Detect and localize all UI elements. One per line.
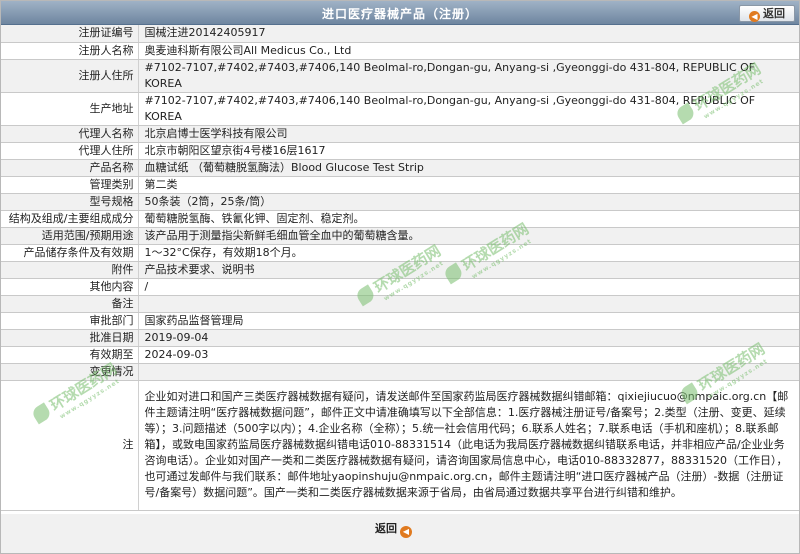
row-label: 其他内容 [1, 278, 139, 296]
page-title: 进口医疗器械产品（注册） [321, 7, 478, 21]
row-valid-until: 有效期至 2024-09-03 [1, 346, 799, 364]
row-registrant-address: 注册人住所 #7102-7107,#7402,#7403,#7406,140 B… [1, 59, 799, 93]
row-label: 生产地址 [1, 92, 139, 126]
row-approval-date: 批准日期 2019-09-04 [1, 329, 799, 347]
row-value: / [138, 278, 799, 296]
row-storage-validity: 产品储存条件及有效期 1～32°C保存，有效期18个月。 [1, 244, 799, 262]
detail-table: 注册证编号 国械注进20142405917 注册人名称 奥麦迪科斯有限公司All… [1, 25, 799, 511]
row-change-history: 变更情况 [1, 363, 799, 381]
row-label: 代理人住所 [1, 142, 139, 160]
row-registrant-name: 注册人名称 奥麦迪科斯有限公司All Medicus Co., Ltd [1, 42, 799, 60]
row-label: 审批部门 [1, 312, 139, 330]
note-text: 企业如对进口和国产三类医疗器械数据有疑问，请发送邮件至国家药监局医疗器械数据纠错… [138, 380, 799, 511]
row-value [138, 363, 799, 381]
row-other-content: 其他内容 / [1, 278, 799, 296]
row-label: 附件 [1, 261, 139, 279]
row-value: 该产品用于测量指尖新鲜毛细血管全血中的葡萄糖含量。 [138, 227, 799, 245]
row-composition: 结构及组成/主要组成成分 葡萄糖脱氢酶、铁氰化钾、固定剂、稳定剂。 [1, 210, 799, 228]
row-product-name: 产品名称 血糖试纸 （葡萄糖脱氢酶法）Blood Glucose Test St… [1, 159, 799, 177]
row-label: 型号规格 [1, 193, 139, 211]
row-label: 有效期至 [1, 346, 139, 364]
row-label: 注 [1, 380, 139, 511]
row-value: 血糖试纸 （葡萄糖脱氢酶法）Blood Glucose Test Strip [138, 159, 799, 177]
row-label: 注册人名称 [1, 42, 139, 60]
row-value: 2019-09-04 [138, 329, 799, 347]
row-value: #7102-7107,#7402,#7403,#7406,140 Beolmal… [138, 59, 799, 93]
row-label: 变更情况 [1, 363, 139, 381]
row-value: 1～32°C保存，有效期18个月。 [138, 244, 799, 262]
row-label: 注册证编号 [1, 25, 139, 43]
row-value: 奥麦迪科斯有限公司All Medicus Co., Ltd [138, 42, 799, 60]
back-button-top-label: 返回 [763, 7, 785, 20]
row-note: 注 企业如对进口和国产三类医疗器械数据有疑问，请发送邮件至国家药监局医疗器械数据… [1, 380, 799, 511]
footer-bar: 返回 ◀ [1, 514, 799, 553]
header-bar: 进口医疗器械产品（注册） ◀ 返回 [1, 1, 799, 25]
back-button-bottom[interactable]: 返回 ◀ [375, 518, 412, 540]
back-arrow-icon: ◀ [400, 526, 412, 538]
row-agent-address: 代理人住所 北京市朝阳区望京街4号楼16层1617 [1, 142, 799, 160]
back-arrow-icon: ◀ [749, 11, 760, 22]
row-intended-use: 适用范围/预期用途 该产品用于测量指尖新鲜毛细血管全血中的葡萄糖含量。 [1, 227, 799, 245]
row-label: 产品储存条件及有效期 [1, 244, 139, 262]
row-value: 国家药品监督管理局 [138, 312, 799, 330]
row-value: 50条装（2筒，25条/筒） [138, 193, 799, 211]
row-production-address: 生产地址 #7102-7107,#7402,#7403,#7406,140 Be… [1, 92, 799, 126]
row-value: 葡萄糖脱氢酶、铁氰化钾、固定剂、稳定剂。 [138, 210, 799, 228]
row-value: 北京启博士医学科技有限公司 [138, 125, 799, 143]
row-value [138, 295, 799, 313]
page-frame: 进口医疗器械产品（注册） ◀ 返回 注册证编号 国械注进20142405917 注… [0, 0, 800, 554]
row-value: 2024-09-03 [138, 346, 799, 364]
row-label: 代理人名称 [1, 125, 139, 143]
row-value: 国械注进20142405917 [138, 25, 799, 43]
row-registration-no: 注册证编号 国械注进20142405917 [1, 25, 799, 43]
row-label: 适用范围/预期用途 [1, 227, 139, 245]
row-value: #7102-7107,#7402,#7403,#7406,140 Beolmal… [138, 92, 799, 126]
row-label: 注册人住所 [1, 59, 139, 93]
row-value: 产品技术要求、说明书 [138, 261, 799, 279]
row-value: 第二类 [138, 176, 799, 194]
row-model-spec: 型号规格 50条装（2筒，25条/筒） [1, 193, 799, 211]
row-label: 管理类别 [1, 176, 139, 194]
row-approval-dept: 审批部门 国家药品监督管理局 [1, 312, 799, 330]
row-remarks: 备注 [1, 295, 799, 313]
row-label: 产品名称 [1, 159, 139, 177]
row-label: 备注 [1, 295, 139, 313]
row-attachments: 附件 产品技术要求、说明书 [1, 261, 799, 279]
row-label: 结构及组成/主要组成成分 [1, 210, 139, 228]
back-button-top[interactable]: ◀ 返回 [739, 5, 795, 22]
row-agent-name: 代理人名称 北京启博士医学科技有限公司 [1, 125, 799, 143]
row-label: 批准日期 [1, 329, 139, 347]
row-management-class: 管理类别 第二类 [1, 176, 799, 194]
row-value: 北京市朝阳区望京街4号楼16层1617 [138, 142, 799, 160]
back-button-bottom-label: 返回 [375, 522, 397, 535]
